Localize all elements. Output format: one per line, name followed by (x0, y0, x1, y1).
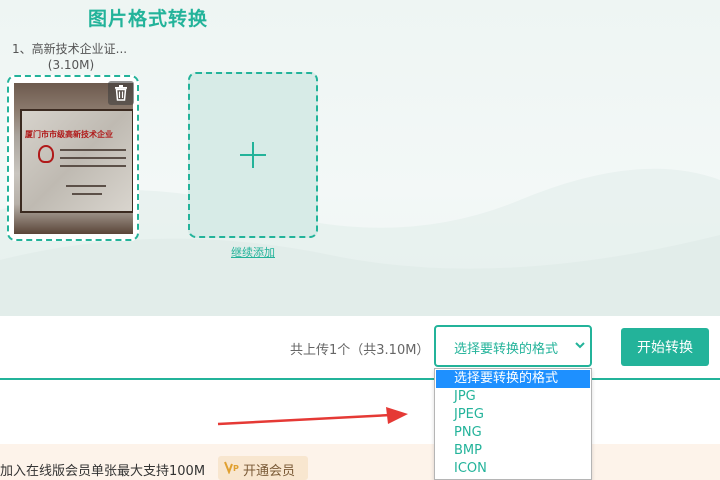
plaque-text-line (60, 149, 126, 151)
format-option-bmp[interactable]: BMP (436, 442, 590, 460)
plus-icon (240, 142, 266, 168)
red-arrow-annotation (217, 407, 408, 426)
upload-summary: 共上传1个（共3.10M） (290, 343, 430, 358)
trash-icon[interactable] (108, 81, 134, 105)
format-option-jpg[interactable]: JPG (436, 388, 590, 406)
format-option-icon[interactable]: ICON (436, 460, 590, 478)
format-option-placeholder[interactable]: 选择要转换的格式 (436, 370, 590, 388)
upload-area: 图片格式转换 1、高新技术企业证... (3.10M) 厦门市市级高新技术企业 (0, 0, 720, 316)
format-dropdown-list[interactable]: 选择要转换的格式 JPG JPEG PNG BMP ICON (434, 368, 592, 480)
format-option-png[interactable]: PNG (436, 424, 590, 442)
add-image-button[interactable] (188, 72, 318, 238)
start-convert-button[interactable]: 开始转换 (621, 328, 709, 366)
add-more-link[interactable]: 继续添加 (188, 244, 318, 260)
certificate-plaque: 厦门市市级高新技术企业 (20, 109, 133, 213)
plaque-text-line (66, 185, 106, 187)
format-option-jpeg[interactable]: JPEG (436, 406, 590, 424)
file-name: 1、高新技术企业证... (12, 42, 128, 56)
plaque-text-line (60, 157, 126, 159)
uploaded-image-thumbnail: 厦门市市级高新技术企业 (14, 83, 133, 234)
plaque-logo (38, 145, 54, 163)
promo-bar: 加入在线版会员单张最大支持100M (0, 444, 720, 480)
promo-text: 加入在线版会员单张最大支持100M (0, 464, 206, 479)
plaque-title: 厦门市市级高新技术企业 (25, 130, 113, 139)
format-select[interactable]: 选择要转换的格式 (434, 325, 592, 367)
vip-button[interactable]: P 开通会员 (218, 456, 308, 480)
vip-icon: P (224, 461, 239, 474)
plaque-text-line (72, 193, 102, 195)
section-divider (0, 378, 720, 380)
format-select-value: 选择要转换的格式 (454, 342, 559, 357)
plaque-text-line (60, 165, 126, 167)
page-title: 图片格式转换 (88, 8, 209, 30)
vip-label: 开通会员 (243, 464, 296, 479)
file-size: (3.10M) (47, 58, 95, 72)
svg-text:P: P (233, 464, 239, 473)
chevron-down-icon (575, 342, 585, 349)
